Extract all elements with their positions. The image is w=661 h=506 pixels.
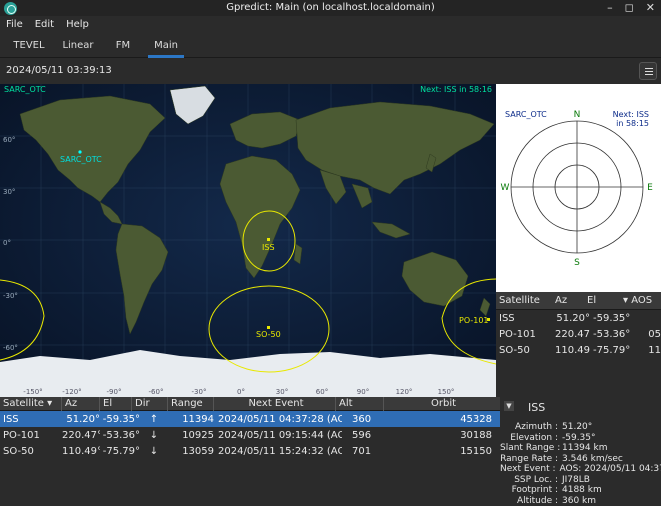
svg-text:120°: 120° xyxy=(396,388,413,396)
detail-row: Next Event :AOS: 2024/05/11 04:37: xyxy=(500,464,661,475)
detail-row: Azimuth :51.20° xyxy=(500,422,661,433)
polar-next-1: Next: ISS xyxy=(613,110,649,119)
svg-text:30°: 30° xyxy=(276,388,288,396)
tab-fm[interactable]: FM xyxy=(108,33,138,58)
detail-row: Footprint :4188 km xyxy=(500,485,661,496)
current-time: 2024/05/11 03:39:13 xyxy=(6,65,112,76)
svg-text:-150°: -150° xyxy=(23,388,42,396)
polar-n: N xyxy=(574,110,581,120)
menu-edit[interactable]: Edit xyxy=(35,19,54,30)
satellite-table: Satellite ▾ Az El Dir Range Next Event A… xyxy=(0,397,500,500)
detail-row: SSP Loc. :JI78LB xyxy=(500,475,661,486)
col-aos[interactable]: ▾ AOS xyxy=(620,295,661,306)
svg-text:90°: 90° xyxy=(357,388,369,396)
so50-label: SO-50 xyxy=(256,330,281,339)
col-az[interactable]: Az xyxy=(62,397,100,411)
so50-marker[interactable] xyxy=(267,326,270,329)
col-satellite[interactable]: Satellite xyxy=(496,295,552,306)
iss-label: ISS xyxy=(262,243,275,252)
menu-bar: File Edit Help xyxy=(0,16,661,33)
table-row[interactable]: ISS 51.20° -59.35° xyxy=(496,310,661,326)
map-canvas: SARC_OTC Next: ISS in 58:16 SARC_OTC ISS… xyxy=(0,84,496,397)
table-row-selected[interactable]: ISS 51.20° -59.35° ↑ 11394 2024/05/11 04… xyxy=(0,411,500,427)
title-bar: Gpredict: Main (on localhost.localdomain… xyxy=(0,0,661,16)
polar-sat-list: Satellite Az El ▾ AOS ISS 51.20° -59.35°… xyxy=(496,292,661,397)
details-menu-button[interactable]: ▼ xyxy=(504,401,514,411)
menu-file[interactable]: File xyxy=(6,19,23,30)
close-button[interactable]: ✕ xyxy=(646,1,655,14)
col-orbit[interactable]: Orbit xyxy=(384,397,500,411)
svg-text:-60°: -60° xyxy=(149,388,164,396)
module-menu-button[interactable] xyxy=(639,62,657,80)
tab-tevel[interactable]: TEVEL xyxy=(6,33,52,58)
polar-e: E xyxy=(647,183,653,193)
svg-text:60°: 60° xyxy=(3,136,15,144)
svg-text:0°: 0° xyxy=(3,239,11,247)
col-el[interactable]: El xyxy=(584,295,620,306)
col-next-event[interactable]: Next Event xyxy=(214,397,336,411)
module-tabs: TEVEL Linear FM Main xyxy=(0,33,661,58)
col-satellite[interactable]: Satellite ▾ xyxy=(0,397,62,411)
polar-s: S xyxy=(574,258,580,268)
col-range[interactable]: Range xyxy=(168,397,214,411)
minimize-button[interactable]: – xyxy=(607,1,613,14)
svg-text:60°: 60° xyxy=(316,388,328,396)
map-qth-label: SARC_OTC xyxy=(4,85,46,94)
svg-text:0°: 0° xyxy=(237,388,245,396)
menu-help[interactable]: Help xyxy=(66,19,89,30)
hamburger-icon xyxy=(645,68,653,69)
svg-text:-60°: -60° xyxy=(3,344,18,352)
table-row[interactable]: SO-50 110.49° -75.79° ↓ 13059 2024/05/11… xyxy=(0,443,500,459)
detail-row: Elevation :-59.35° xyxy=(500,433,661,444)
polar-qth: SARC_OTC xyxy=(505,110,547,119)
qth-marker xyxy=(78,150,81,153)
window-title: Gpredict: Main (on localhost.localdomain… xyxy=(0,2,661,13)
detail-row: Altitude :360 km xyxy=(500,496,661,506)
polar-next-2: in 58:15 xyxy=(616,119,649,128)
module-header: 2024/05/11 03:39:13 xyxy=(0,58,661,84)
polar-view[interactable]: SARC_OTC Next: ISS in 58:15 N S W E xyxy=(496,84,661,292)
col-az[interactable]: Az xyxy=(552,295,584,306)
polar-w: W xyxy=(501,183,510,193)
col-dir[interactable]: Dir xyxy=(132,397,168,411)
table-row[interactable]: PO-101 220.47° -53.36° 05 xyxy=(496,326,661,342)
satellite-details: ▼ ISS Azimuth :51.20° Elevation :-59.35°… xyxy=(500,397,661,500)
svg-text:-120°: -120° xyxy=(62,388,81,396)
svg-text:-30°: -30° xyxy=(192,388,207,396)
table-row[interactable]: PO-101 220.47° -53.36° ↓ 10925 2024/05/1… xyxy=(0,427,500,443)
world-map[interactable]: SARC_OTC Next: ISS in 58:16 SARC_OTC ISS… xyxy=(0,84,496,397)
svg-text:30°: 30° xyxy=(3,188,15,196)
tab-main[interactable]: Main xyxy=(148,33,184,58)
map-next-event: Next: ISS in 58:16 xyxy=(420,85,492,94)
polar-grid xyxy=(511,121,643,253)
tab-linear[interactable]: Linear xyxy=(58,33,98,58)
svg-text:150°: 150° xyxy=(438,388,455,396)
svg-text:-90°: -90° xyxy=(107,388,122,396)
table-row[interactable]: SO-50 110.49° -75.79° 11 xyxy=(496,342,661,358)
details-title: ISS xyxy=(528,401,545,414)
detail-row: Range Rate :3.546 km/sec xyxy=(500,454,661,465)
col-alt[interactable]: Alt xyxy=(336,397,384,411)
col-el[interactable]: El xyxy=(100,397,132,411)
qth-marker-label: SARC_OTC xyxy=(60,155,102,164)
po101-label: PO-101 xyxy=(459,316,489,325)
detail-row: Slant Range :11394 km xyxy=(500,443,661,454)
iss-marker[interactable] xyxy=(267,238,270,241)
svg-text:-30°: -30° xyxy=(3,292,18,300)
maximize-button[interactable]: ◻ xyxy=(625,1,634,14)
